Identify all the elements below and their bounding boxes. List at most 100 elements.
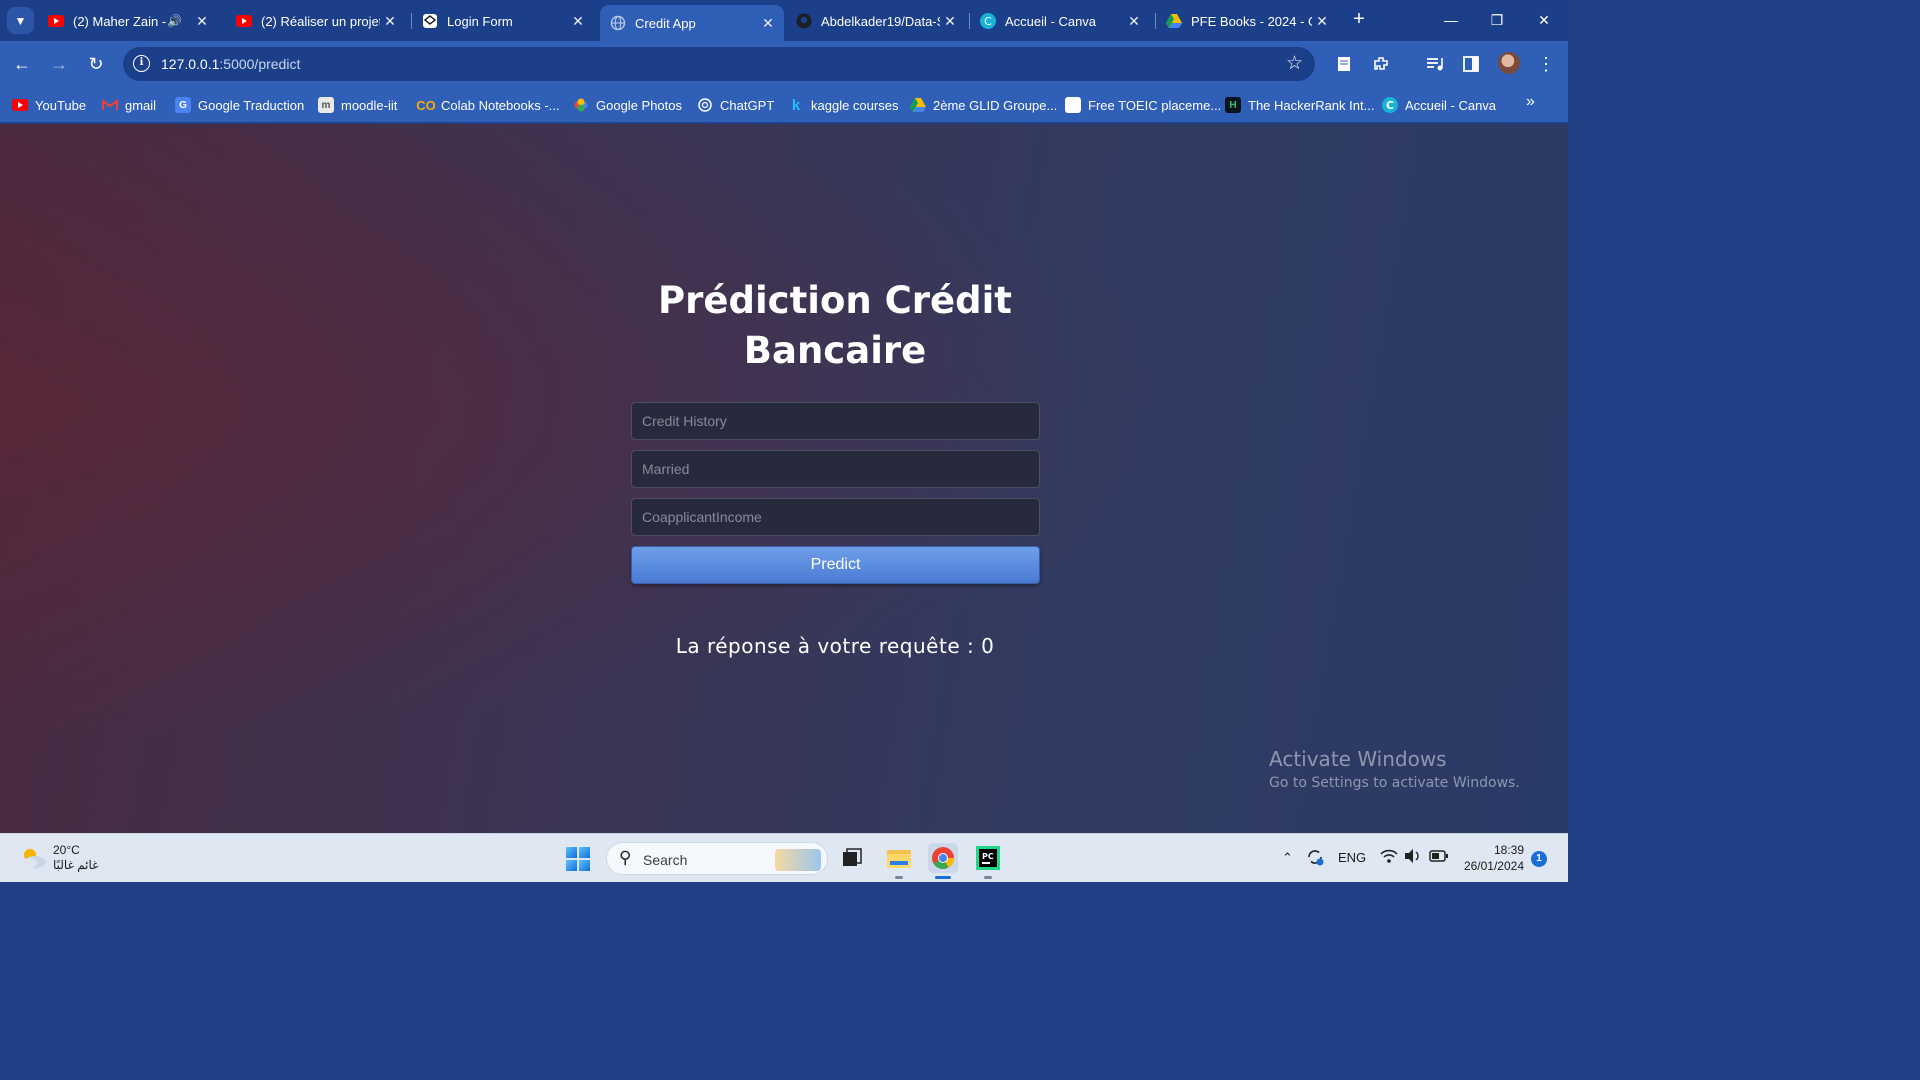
tab-canva-accueil[interactable]: C Accueil - Canva ✕	[970, 6, 1150, 36]
google-translate-icon: G	[175, 97, 191, 113]
gmail-icon	[102, 97, 118, 113]
bookmark-canva[interactable]: C Accueil - Canva	[1382, 95, 1496, 115]
sync-icon[interactable]	[1305, 847, 1325, 870]
tab-login-form[interactable]: Login Form ✕	[412, 6, 594, 36]
close-icon[interactable]: ✕	[192, 13, 212, 30]
pycharm-running-indicator	[984, 876, 992, 879]
bookmark-gmail[interactable]: gmail	[102, 95, 156, 115]
close-icon[interactable]: ✕	[940, 13, 960, 30]
bookmark-colab[interactable]: CO Colab Notebooks -...	[416, 95, 559, 115]
reload-icon[interactable]: ↻	[83, 51, 109, 77]
toeic-icon	[1065, 97, 1081, 113]
svg-text:PC: PC	[982, 852, 994, 861]
bookmark-youtube[interactable]: YouTube	[12, 95, 86, 115]
canva-icon: C	[1382, 97, 1398, 113]
address-url[interactable]: 127.0.0.1:5000/predict	[161, 56, 300, 72]
new-tab-button[interactable]: +	[1347, 8, 1371, 32]
task-view-icon[interactable]	[837, 843, 867, 873]
weather-widget[interactable]: 20°C غائم غالبًا	[53, 843, 98, 873]
tray-overflow-icon[interactable]: ⌃	[1282, 850, 1293, 866]
file-explorer-icon[interactable]	[884, 843, 914, 873]
extensions-icon[interactable]	[1368, 51, 1394, 77]
side-panel-icon[interactable]	[1458, 51, 1484, 77]
close-icon[interactable]: ✕	[1124, 13, 1144, 30]
reading-list-icon[interactable]	[1331, 51, 1357, 77]
coapplicant-income-input[interactable]	[631, 498, 1040, 536]
speaker-icon[interactable]: 🔊	[167, 14, 182, 28]
youtube-icon	[48, 13, 64, 29]
bookmark-google-photos[interactable]: Google Photos	[573, 95, 682, 115]
close-icon[interactable]: ✕	[758, 15, 778, 32]
site-info-icon[interactable]: i	[133, 55, 150, 72]
credit-history-input[interactable]	[631, 402, 1040, 440]
close-icon[interactable]: ✕	[1312, 13, 1332, 30]
youtube-icon	[12, 97, 28, 113]
address-bar[interactable]: i 127.0.0.1:5000/predict ☆	[123, 47, 1315, 81]
system-clock[interactable]: 18:39 26/01/2024	[1462, 842, 1524, 874]
page-title-line2: Bancaire	[743, 329, 927, 372]
chatgpt-icon	[697, 97, 713, 113]
weather-cloud-icon[interactable]	[18, 846, 48, 870]
kaggle-icon: k	[791, 96, 801, 114]
close-icon[interactable]: ✕	[380, 13, 400, 30]
clock-time: 18:39	[1493, 843, 1524, 857]
canva-icon: C	[980, 13, 996, 29]
google-photos-icon	[573, 97, 589, 113]
bookmark-google-traduction[interactable]: G Google Traduction	[175, 95, 304, 115]
restore-button[interactable]: ❐	[1474, 6, 1520, 34]
bookmark-kaggle[interactable]: k kaggle courses	[788, 95, 899, 115]
minimize-button[interactable]: —	[1428, 6, 1474, 34]
close-icon[interactable]: ✕	[568, 13, 588, 30]
search-highlight-image	[775, 849, 821, 871]
bookmarks-overflow-icon[interactable]: »	[1526, 93, 1535, 111]
notification-badge[interactable]: 1	[1531, 851, 1547, 867]
bookmark-hackerrank[interactable]: H The HackerRank Int...	[1225, 95, 1374, 115]
bookmark-label: 2ème GLID Groupe...	[933, 97, 1058, 113]
profile-avatar[interactable]	[1498, 52, 1520, 74]
tab-pfe-books[interactable]: PFE Books - 2024 - G ✕	[1156, 6, 1338, 36]
tab-github-data[interactable]: Abdelkader19/Data-S ✕	[786, 6, 966, 36]
language-indicator[interactable]: ENG	[1338, 850, 1366, 865]
more-menu-icon[interactable]: ⋮	[1533, 51, 1559, 77]
chrome-taskbar-icon[interactable]	[928, 843, 958, 873]
google-drive-icon	[910, 97, 926, 113]
taskbar-search-label: Search	[643, 852, 688, 868]
tab-search-button[interactable]: ▼	[7, 7, 34, 34]
bookmark-moodle[interactable]: m moodle-iit	[318, 95, 397, 115]
back-arrow-icon[interactable]: ←	[9, 51, 35, 77]
married-input[interactable]	[631, 450, 1040, 488]
prediction-result: La réponse à votre requête : 0	[675, 634, 995, 658]
youtube-icon	[236, 13, 252, 29]
pycharm-icon[interactable]: PC	[973, 843, 1003, 873]
watermark-title: Activate Windows	[1269, 747, 1447, 771]
tab-maher-zain[interactable]: (2) Maher Zain - I 🔊 ✕	[38, 6, 218, 36]
bookmarks-bar: YouTube gmail G Google Traduction m mood…	[0, 87, 1568, 123]
svg-text:C: C	[984, 15, 992, 28]
wifi-icon[interactable]	[1380, 848, 1398, 867]
media-controls-icon[interactable]	[1422, 51, 1448, 77]
window-close-button[interactable]: ✕	[1521, 6, 1567, 34]
predict-button[interactable]: Predict	[631, 546, 1040, 584]
chevron-down-icon: ▼	[14, 13, 27, 28]
codepen-icon	[422, 13, 438, 29]
bookmark-label: YouTube	[35, 97, 87, 113]
globe-icon	[610, 15, 626, 31]
bookmark-star-icon[interactable]: ☆	[1286, 52, 1303, 75]
tab-credit-app[interactable]: Credit App ✕	[600, 5, 784, 41]
bookmark-label: The HackerRank Int...	[1248, 97, 1375, 113]
tab-title: Login Form	[447, 13, 513, 29]
bookmark-label: Google Traduction	[198, 97, 305, 113]
bookmark-chatgpt[interactable]: ChatGPT	[697, 95, 774, 115]
taskbar-search[interactable]: ⚲ Search	[606, 842, 828, 875]
volume-icon[interactable]	[1404, 848, 1422, 867]
weather-temp: 20°C	[53, 843, 80, 857]
battery-icon[interactable]	[1429, 850, 1449, 865]
windows-start-icon[interactable]	[566, 847, 590, 871]
colab-icon: CO	[416, 97, 436, 113]
bookmark-toeic[interactable]: Free TOEIC placeme...	[1065, 95, 1221, 115]
page-title-line1: Prédiction Crédit	[658, 279, 1012, 322]
forward-arrow-icon[interactable]: →	[46, 51, 72, 77]
tab-realiser-projet[interactable]: (2) Réaliser un projet ✕	[226, 6, 406, 36]
bookmark-glid-groupe[interactable]: 2ème GLID Groupe...	[910, 95, 1057, 115]
page-content: Prédiction Crédit Bancaire Predict La ré…	[0, 124, 1568, 833]
